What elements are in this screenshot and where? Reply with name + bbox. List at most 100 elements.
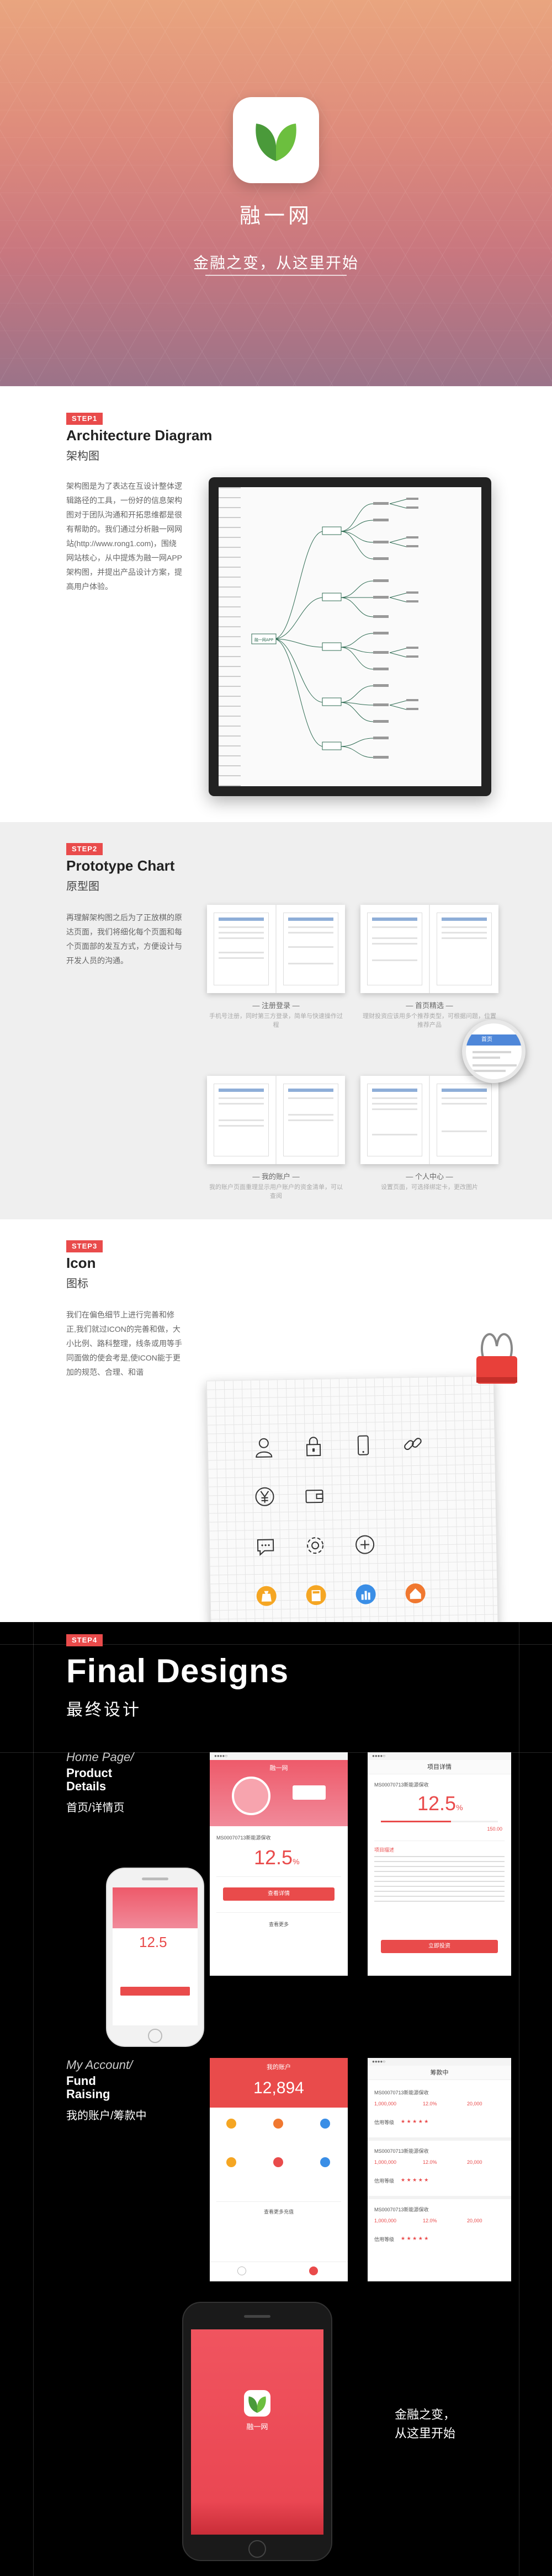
icon-section: STEP3 Icon 图标 我们在偏色细节上进行完善和修正,我们就过ICON的完… [0,1219,552,1622]
architecture-mindmap: 融一网APP [251,498,418,759]
architecture-binder: 融一网APP [209,477,491,796]
group2-label-en2: Fund [66,2074,96,2088]
splash-slogan-line2: 从这里开始 [395,2426,456,2440]
group1-label-cn: 首页/详情页 [66,1802,125,1814]
splash-brand: 融一网 [246,2423,268,2431]
home-gauge [232,1777,270,1815]
tab-account-icon[interactable] [309,2266,318,2275]
detail-rate: 12.5% [417,1792,463,1815]
white-phone-screen: 12.5 [113,1887,198,2025]
gear-icon [307,1537,324,1554]
step2-description: 再理解架构图之后为了正放棋的原达页面，我们将细化每个页面和每个页面部的发互方式，… [66,913,182,965]
final-designs-subtitle: 最终设计 [66,1701,141,1719]
mindmap-root-label: 融一网APP [254,637,273,642]
yen-icon [255,1487,274,1506]
home-more-link[interactable]: 查看更多 [210,1921,348,1928]
final-designs-title: Final Designs [66,1652,289,1689]
binder-clip-icon [476,1333,517,1384]
link-icon [404,1438,422,1450]
home-screen: ●●●●○ 融一网 MS00070713新能源保收 12.5% 查看详情 查看更… [210,1752,348,1976]
group2-label-en1: My Account/ [66,2058,133,2072]
step1-title: Architecture Diagram [66,427,213,444]
tab-home-icon[interactable] [237,2266,246,2275]
step1-tag: STEP1 [66,413,103,425]
prototype-desc-register: 手机号注册，同时第三方登录，简单与快速操作过程 [209,1013,343,1028]
wallet-icon [305,1489,323,1503]
home-product-name: MS00070713新能源保收 [216,1835,271,1841]
splash-slogan-line1: 金融之变， [395,2408,456,2422]
group1-label-en2: Product [66,1766,113,1780]
phone-rate: 12.5 [139,1934,167,1950]
raising-nav-title: 筹款中 [368,2066,511,2080]
raising-item[interactable]: MS00070713新能源保收 1,000,000 12.0% 20,000 信… [368,2144,511,2199]
raising-item[interactable]: MS00070713新能源保收 1,000,000 12.0% 20,000 信… [368,2086,511,2141]
proto-page [283,1084,338,1156]
group1-label-en1: Home Page/ [66,1750,134,1764]
raising-item[interactable]: MS00070713新能源保收 1,000,000 12.0% 20,000 信… [368,2202,511,2258]
hero-slogan: 金融之变，从这里开始 [193,254,359,271]
black-phone-mockup: 融一网 [182,2302,332,2561]
group1-label-en3: Details [66,1779,107,1793]
user-icon [256,1438,273,1458]
detail-amount: 150.00 [487,1826,502,1832]
detail-progress-track [381,1821,498,1822]
home-rate: 12.5% [254,1846,300,1869]
prototype-card-account [207,1076,345,1164]
prototype-card-register [207,905,345,993]
proto-page [367,1084,422,1156]
prototype-caption-register: — 注册登录 — [252,1001,300,1010]
detail-screen: ●●●●○ 项目详情 MS00070713新能源保收 12.5% 150.00 … [368,1752,511,1976]
prototype-card-home [360,905,498,993]
home-promo-tag [293,1785,326,1800]
splash-logo [244,2390,270,2417]
home-detail-button[interactable]: 查看详情 [223,1887,335,1901]
step2-subtitle: 原型图 [66,881,99,893]
money-bag-icon [256,1586,277,1606]
app-logo [233,97,319,183]
account-balance: 12,894 [253,2079,304,2097]
prototype-section: STEP2 Prototype Chart 原型图 再理解架构图之后为了正放棋的… [0,822,552,1219]
plus-icon [355,1535,375,1554]
step3-title: Icon [66,1255,96,1271]
chart-bars-icon [355,1584,376,1604]
proto-page [214,1084,269,1156]
prototype-caption-profile: — 个人中心 — [406,1172,453,1181]
prototype-magnifier: 首页 [462,1020,526,1083]
leaf-logo-icon [256,124,296,161]
detail-section-title: 项目描述 [374,1847,395,1853]
account-nav-title: 我的账户 [267,2064,291,2071]
home-banner: 融一网 [210,1760,348,1826]
binder-spine [219,487,241,786]
detail-product-name: MS00070713新能源保收 [374,1782,429,1788]
raising-screen: ●●●●○ 筹款中 MS00070713新能源保收 1,000,000 12.0… [368,2058,511,2281]
step3-description: 我们在偏色细节上进行完善和修正,我们就过ICON的完善和做，大小比例、路科整理，… [66,1310,182,1377]
prototype-card-profile [360,1076,498,1164]
proto-page [283,913,338,985]
hex-pattern-background [0,0,552,386]
icon-grid-paper [206,1375,498,1622]
account-screen: 我的账户 12,894 查看更多充值 [210,2058,348,2281]
detail-invest-button[interactable]: 立即投资 [381,1940,498,1953]
calculator-icon [306,1585,326,1606]
slogan-divider [205,275,347,276]
account-icon-grid [210,2113,348,2196]
proto-page [367,913,422,985]
step2-title: Prototype Chart [66,857,175,874]
prototype-caption-home: — 首页精选 — [406,1001,453,1010]
phone-icon [357,1435,369,1455]
architecture-sheet: 融一网APP [219,487,481,786]
step3-subtitle: 图标 [66,1278,88,1290]
step2-tag: STEP2 [66,843,103,855]
group2-label-cn: 我的账户/筹款中 [66,2110,147,2122]
hero-banner: 融一网 金融之变，从这里开始 [0,0,552,386]
account-more-link[interactable]: 查看更多充值 [210,2208,348,2215]
white-phone-mockup: 12.5 [106,1868,204,2047]
prototype-desc-account: 我的账户页面重理显示用户账户的资金清单，可以查阅 [209,1184,343,1199]
architecture-section: STEP1 Architecture Diagram 架构图 架构图是为了表达在… [0,386,552,822]
magnifier-header: 首页 [466,1034,522,1046]
prototype-desc-profile: 设置页面，可选择绑定卡，更改图片 [381,1184,478,1191]
detail-nav-title: 项目详情 [368,1760,511,1774]
proto-page [214,913,269,985]
step1-description: 架构图是为了表达在互设计整体逻辑路径的工具，一份好的信息架构图对于团队沟通和开拓… [66,482,183,591]
account-tab-bar [210,2262,348,2281]
